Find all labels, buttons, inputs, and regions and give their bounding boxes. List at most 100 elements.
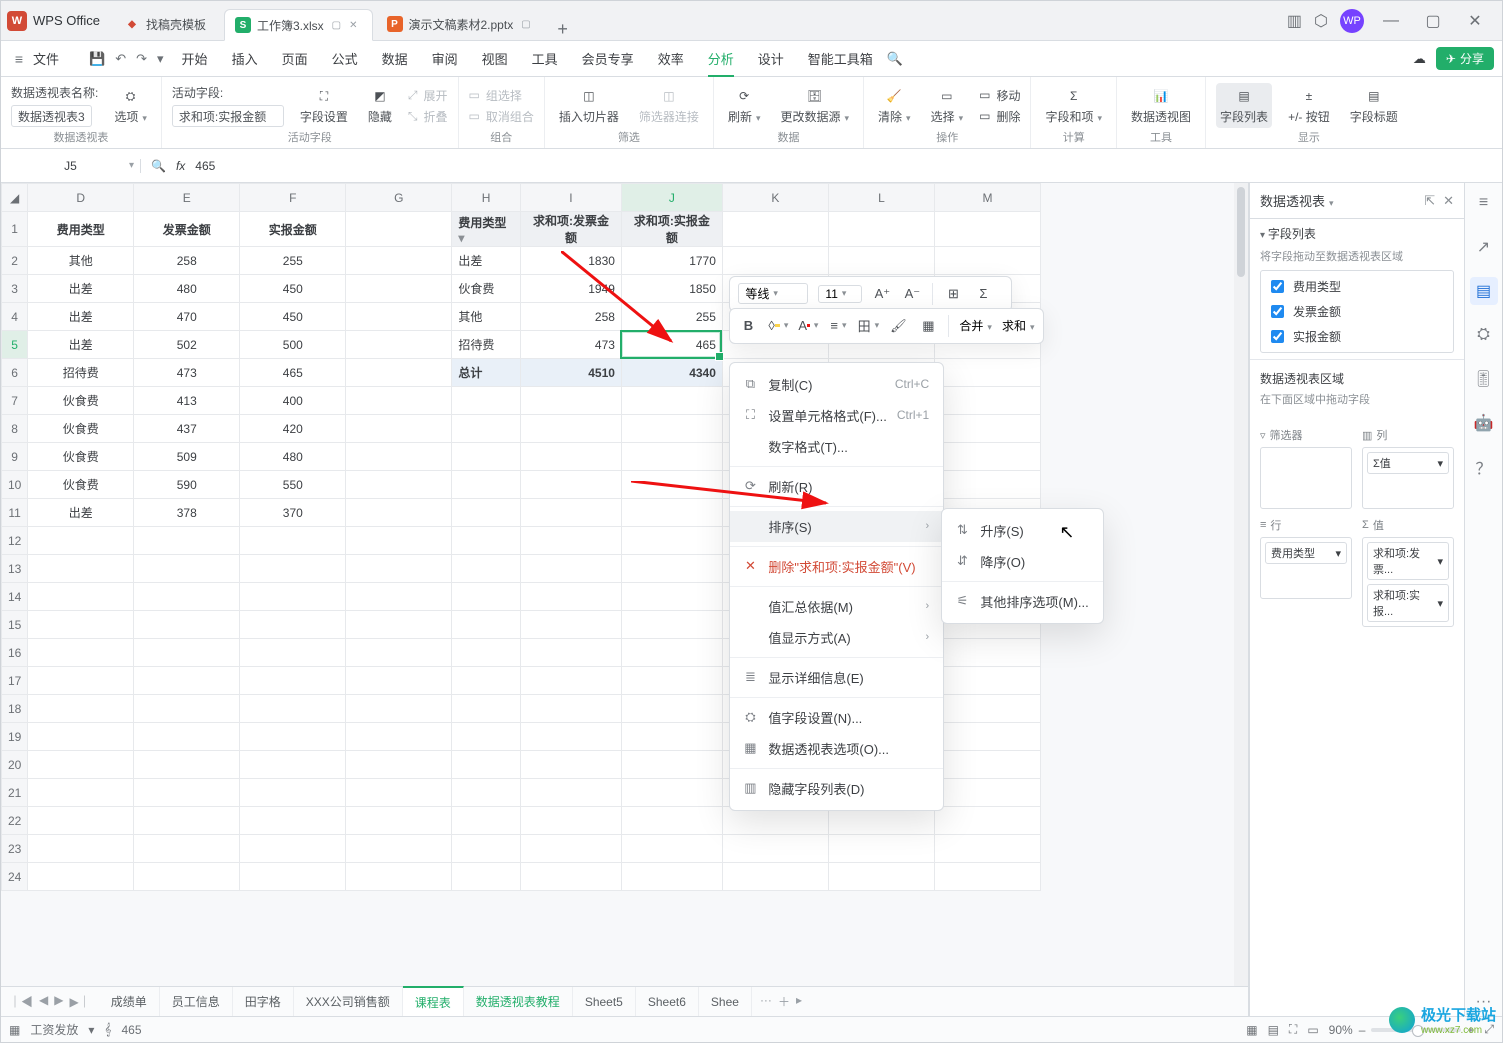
search-icon[interactable]: 🔍: [887, 51, 903, 67]
cell[interactable]: [240, 779, 346, 807]
align-icon[interactable]: ≡: [828, 316, 848, 336]
cell[interactable]: [28, 639, 134, 667]
cell[interactable]: [621, 723, 722, 751]
cell[interactable]: [520, 611, 621, 639]
sheet-tab[interactable]: 课程表: [403, 986, 464, 1016]
cell[interactable]: [520, 807, 621, 835]
panel-pin-icon[interactable]: ⇱: [1424, 193, 1435, 209]
cell[interactable]: [520, 443, 621, 471]
cell[interactable]: [934, 863, 1040, 891]
window-icon[interactable]: ▥: [1287, 11, 1302, 31]
cell[interactable]: [722, 835, 828, 863]
sheet-tab[interactable]: Shee: [699, 987, 752, 1017]
cell[interactable]: [452, 499, 521, 527]
ctx-summarize-by[interactable]: 值汇总依据(M)›: [730, 591, 943, 622]
row-header[interactable]: 7: [2, 387, 28, 415]
cell[interactable]: [240, 555, 346, 583]
cell[interactable]: 420: [240, 415, 346, 443]
sort-desc[interactable]: ⇵降序(O): [942, 546, 1102, 577]
cell[interactable]: [520, 695, 621, 723]
menu-vip[interactable]: 会员专享: [582, 49, 634, 68]
row-header[interactable]: 22: [2, 807, 28, 835]
cube-icon[interactable]: ⬡: [1314, 11, 1328, 31]
col-header[interactable]: K: [722, 184, 828, 212]
menu-start[interactable]: 开始: [182, 49, 208, 68]
cell[interactable]: [452, 779, 521, 807]
mini-toolbar[interactable]: 等线 11 A⁺ A⁻ ⊞ Σ: [729, 276, 1012, 312]
cell[interactable]: [934, 667, 1040, 695]
undo-icon[interactable]: ↶: [115, 51, 126, 67]
cell[interactable]: 4340: [621, 359, 722, 387]
area-rows[interactable]: ≡ 行费用类型▾: [1260, 517, 1352, 627]
row-header[interactable]: 17: [2, 667, 28, 695]
cell[interactable]: [240, 639, 346, 667]
cell[interactable]: 求和项:发票金额: [520, 212, 621, 247]
cell[interactable]: [520, 583, 621, 611]
cell[interactable]: [722, 247, 828, 275]
menu-insert[interactable]: 插入: [232, 49, 258, 68]
cell[interactable]: [520, 527, 621, 555]
rail-hamburger-icon[interactable]: ≡: [1470, 189, 1498, 217]
cell[interactable]: [28, 835, 134, 863]
cell[interactable]: 其他: [452, 303, 521, 331]
cell[interactable]: [346, 751, 452, 779]
row-header[interactable]: 5: [2, 331, 28, 359]
menu-review[interactable]: 审阅: [432, 49, 458, 68]
row-header[interactable]: 1: [2, 212, 28, 247]
menu-page[interactable]: 页面: [282, 49, 308, 68]
cell[interactable]: [134, 527, 240, 555]
cell[interactable]: [934, 471, 1040, 499]
cell[interactable]: 出差: [452, 247, 521, 275]
cell[interactable]: 502: [134, 331, 240, 359]
rail-select-icon[interactable]: ↗: [1470, 233, 1498, 261]
ctx-hide-field-list[interactable]: ▥隐藏字段列表(D): [730, 773, 943, 804]
cell[interactable]: [240, 723, 346, 751]
cell[interactable]: [621, 527, 722, 555]
row-header[interactable]: 14: [2, 583, 28, 611]
cell[interactable]: [452, 695, 521, 723]
row-header[interactable]: 3: [2, 275, 28, 303]
cell[interactable]: 出差: [28, 499, 134, 527]
add-tab-button[interactable]: +: [549, 19, 577, 40]
cell[interactable]: [621, 639, 722, 667]
cell[interactable]: 590: [134, 471, 240, 499]
close-button[interactable]: ✕: [1460, 6, 1490, 36]
cell[interactable]: [934, 695, 1040, 723]
cell[interactable]: [520, 471, 621, 499]
row-header[interactable]: 19: [2, 723, 28, 751]
cell[interactable]: [28, 695, 134, 723]
cell[interactable]: [621, 751, 722, 779]
user-avatar[interactable]: WP: [1340, 9, 1364, 33]
cell[interactable]: 465: [621, 331, 722, 359]
cell[interactable]: [934, 387, 1040, 415]
delete-label[interactable]: 删除: [996, 108, 1020, 125]
cell[interactable]: 480: [240, 443, 346, 471]
cell[interactable]: 费用类型 ▾: [452, 212, 521, 247]
cell[interactable]: [346, 359, 452, 387]
col-header[interactable]: D: [28, 184, 134, 212]
field-list[interactable]: 费用类型 发票金额 实报金额: [1260, 270, 1454, 353]
cell[interactable]: [28, 527, 134, 555]
cell[interactable]: [240, 807, 346, 835]
cell[interactable]: [134, 779, 240, 807]
row-header[interactable]: 4: [2, 303, 28, 331]
tab-more-icon[interactable]: ···: [760, 993, 772, 1010]
doc-tab-workbook[interactable]: S工作簿3.xlsx ▢✕: [224, 9, 373, 41]
sheet-tab[interactable]: Sheet6: [636, 987, 699, 1017]
cell[interactable]: [621, 611, 722, 639]
cell[interactable]: 出差: [28, 275, 134, 303]
cell[interactable]: [934, 247, 1040, 275]
rail-pivot-icon[interactable]: ▤: [1470, 277, 1498, 305]
tab-close-icon[interactable]: ✕: [349, 20, 357, 31]
field-title-button[interactable]: ▤字段标题: [1346, 83, 1402, 127]
sort-asc[interactable]: ⇅升序(S): [942, 515, 1102, 546]
row-header[interactable]: 16: [2, 639, 28, 667]
cell[interactable]: [452, 835, 521, 863]
cell[interactable]: 413: [134, 387, 240, 415]
sort-submenu[interactable]: ⇅升序(S) ⇵降序(O) ⚟其他排序选项(M)...: [941, 508, 1103, 624]
cell[interactable]: 伙食费: [452, 275, 521, 303]
field-settings-button[interactable]: ⛶字段设置: [296, 83, 352, 127]
cell[interactable]: [346, 499, 452, 527]
cell[interactable]: [934, 835, 1040, 863]
cell[interactable]: [134, 611, 240, 639]
